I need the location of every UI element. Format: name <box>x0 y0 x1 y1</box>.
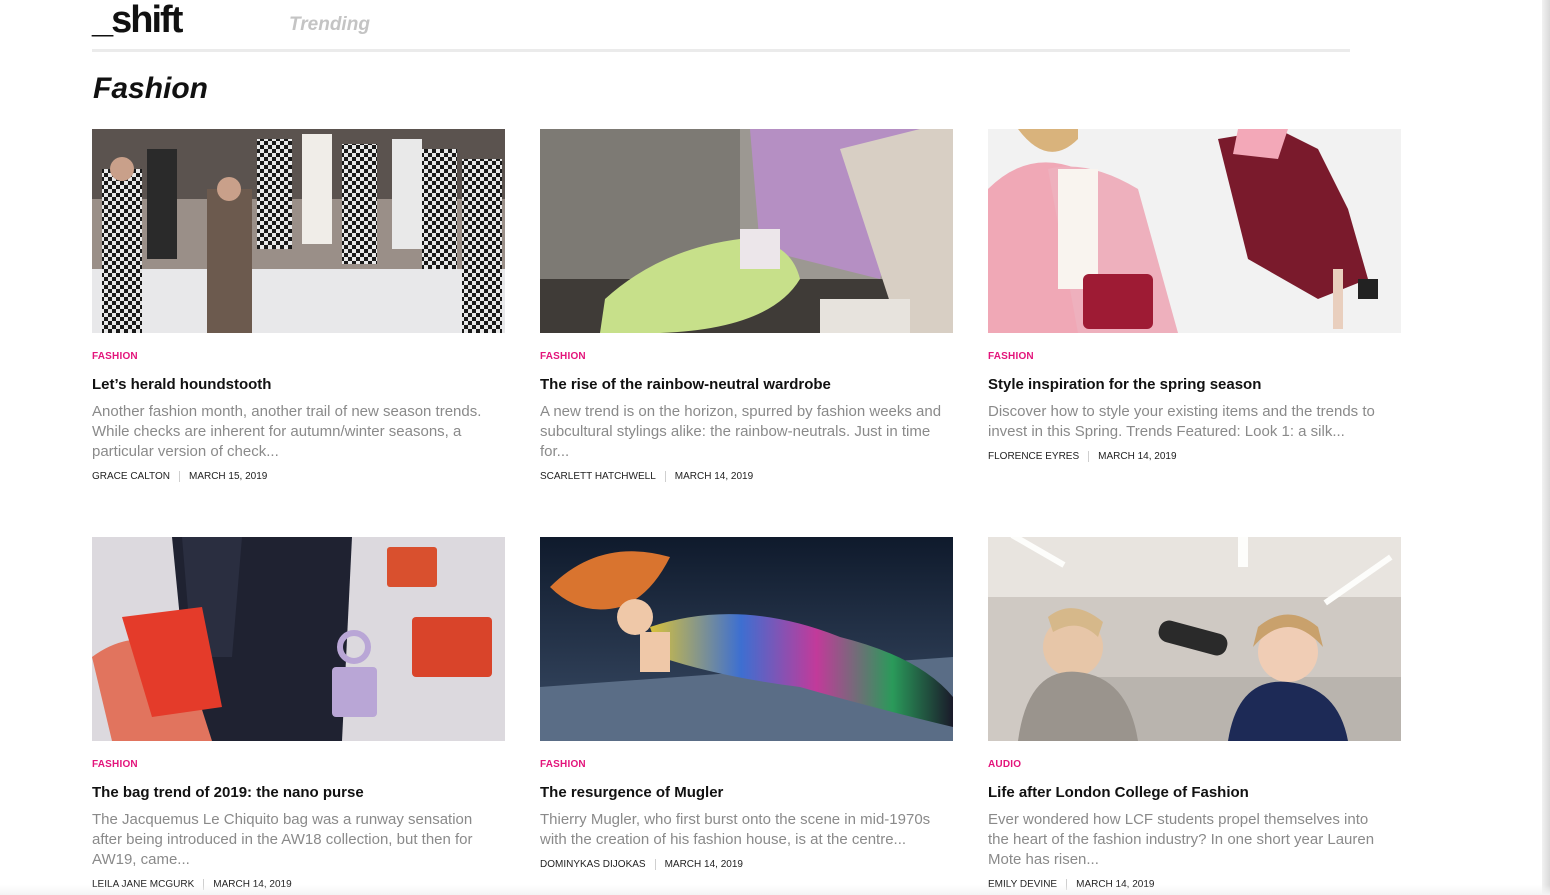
article-thumbnail[interactable] <box>540 537 953 741</box>
meta-divider <box>178 471 180 482</box>
article-date: MARCH 14, 2019 <box>1098 451 1177 462</box>
article-excerpt: Thierry Mugler, who first burst onto the… <box>540 811 931 848</box>
article-category[interactable]: FASHION <box>988 351 1401 362</box>
bottom-fade <box>0 885 1550 895</box>
article-author[interactable]: SCARLETT HATCHWELL <box>540 471 656 482</box>
page-edge-shadow <box>1542 0 1550 895</box>
article-date: MARCH 14, 2019 <box>674 471 754 482</box>
article-title[interactable]: Life after London College of Fashion <box>988 784 1401 802</box>
sneaker-lilac-trousers-image <box>540 129 953 333</box>
article-title[interactable]: The rise of the rainbow-neutral wardrobe <box>540 376 953 394</box>
article-author[interactable]: GRACE CALTON <box>92 471 170 482</box>
article-card: FASHION Style inspiration for the spring… <box>988 129 1401 462</box>
article-category[interactable]: FASHION <box>92 759 505 770</box>
article-date: MARCH 14, 2019 <box>664 859 743 870</box>
lcf-interview-image <box>988 537 1401 741</box>
article-thumbnail[interactable] <box>988 537 1401 741</box>
article-excerpt: Ever wondered how LCF students propel th… <box>988 811 1375 868</box>
article-author[interactable]: FLORENCE EYRES <box>988 451 1079 462</box>
nano-purse-image <box>92 537 505 741</box>
site-header: _shift Trending <box>92 0 1350 52</box>
article-card: FASHION The rise of the rainbow-neutral … <box>540 129 953 482</box>
article-date: MARCH 15, 2019 <box>188 471 268 482</box>
article-meta: FLORENCE EYRES MARCH 14, 2019 <box>988 451 1401 462</box>
page-title: Fashion <box>93 72 209 105</box>
houndstooth-runway-image <box>92 129 505 333</box>
article-thumbnail[interactable] <box>92 129 505 333</box>
article-author[interactable]: DOMINYKAS DIJOKAS <box>540 859 646 870</box>
article-title[interactable]: The resurgence of Mugler <box>540 784 953 802</box>
article-excerpt: A new trend is on the horizon, spurred b… <box>540 403 942 460</box>
article-meta: DOMINYKAS DIJOKAS MARCH 14, 2019 <box>540 859 953 870</box>
nav-link-trending[interactable]: Trending <box>289 14 370 36</box>
meta-divider <box>664 471 666 482</box>
article-excerpt: Discover how to style your existing item… <box>988 403 1375 440</box>
article-thumbnail[interactable] <box>988 129 1401 333</box>
article-category[interactable]: FASHION <box>92 351 505 362</box>
article-card: FASHION Let’s herald houndstooth Another… <box>92 129 505 482</box>
site-logo[interactable]: _shift <box>92 0 183 40</box>
mugler-sequin-gown-image <box>540 537 953 741</box>
article-card: FASHION The resurgence of Mugler Thierry… <box>540 537 953 870</box>
article-thumbnail[interactable] <box>92 537 505 741</box>
article-category[interactable]: FASHION <box>540 351 953 362</box>
article-title[interactable]: The bag trend of 2019: the nano purse <box>92 784 505 802</box>
meta-divider <box>1088 451 1090 462</box>
article-card: FASHION The bag trend of 2019: the nano … <box>92 537 505 890</box>
article-title[interactable]: Style inspiration for the spring season <box>988 376 1401 394</box>
article-thumbnail[interactable] <box>540 129 953 333</box>
article-title[interactable]: Let’s herald houndstooth <box>92 376 505 394</box>
article-category[interactable]: AUDIO <box>988 759 1401 770</box>
pink-cardigan-red-skirt-image <box>988 129 1401 333</box>
article-meta: SCARLETT HATCHWELL MARCH 14, 2019 <box>540 471 953 482</box>
article-card: AUDIO Life after London College of Fashi… <box>988 537 1401 890</box>
article-category[interactable]: FASHION <box>540 759 953 770</box>
article-meta: GRACE CALTON MARCH 15, 2019 <box>92 471 505 482</box>
meta-divider <box>654 859 656 870</box>
article-excerpt: The Jacquemus Le Chiquito bag was a runw… <box>92 811 473 868</box>
article-excerpt: Another fashion month, another trail of … <box>92 403 482 460</box>
